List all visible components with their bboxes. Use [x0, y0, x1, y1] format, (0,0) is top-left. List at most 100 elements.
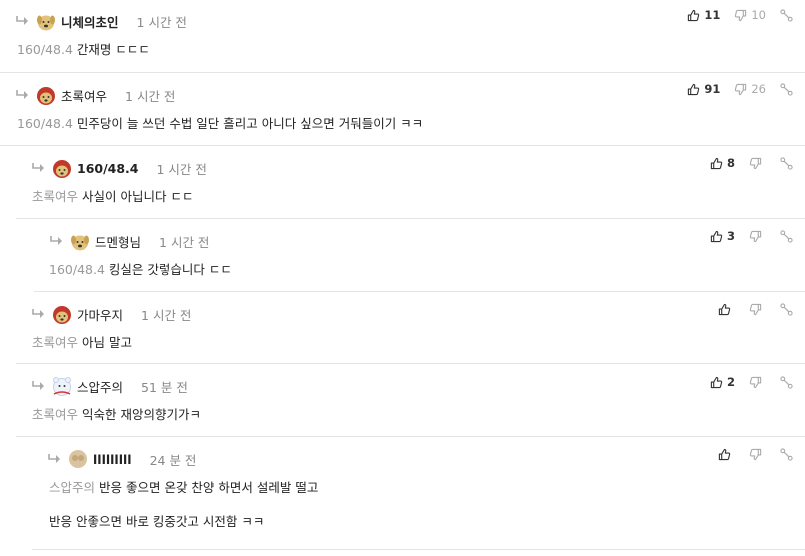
upvote-button[interactable]: 2	[710, 375, 735, 389]
author-nickname[interactable]: 스압주의	[77, 377, 123, 396]
upvote-count: 8	[726, 156, 735, 170]
reply-arrow-icon	[31, 162, 47, 174]
comment-header: 스압주의 51 분 전	[31, 371, 188, 401]
share-button[interactable]	[780, 303, 793, 316]
downvote-count: 10	[751, 8, 766, 22]
thumbs-up-icon	[710, 230, 723, 243]
comment-actions	[710, 448, 793, 461]
thumbs-down-icon	[749, 230, 762, 243]
comment-actions: 8	[702, 156, 793, 170]
comment-body: 스압주의 반응 좋으면 온갖 찬양 하면서 설레발 떨고 반응 안좋으면 바로 킹…	[49, 479, 318, 531]
thumbs-down-icon	[749, 376, 762, 389]
upvote-button[interactable]	[718, 448, 735, 461]
downvote-button[interactable]	[749, 230, 766, 243]
mention-tag[interactable]: 초록여우	[32, 335, 78, 350]
comment-text-second-line: 반응 안좋으면 바로 킹중갓고 시전함 ㅋㅋ	[49, 514, 265, 529]
comment-text: 아님 말고	[82, 335, 132, 350]
comment-header: 가마우지 1 시간 전	[31, 299, 191, 329]
avatar[interactable]	[69, 230, 91, 252]
reply-arrow-icon	[31, 308, 47, 320]
comment-text: 반응 좋으면 온갖 찬양 하면서 설레발 떨고	[99, 480, 319, 495]
thumbs-down-icon	[749, 157, 762, 170]
comment-time: 1 시간 전	[156, 161, 207, 177]
share-icon	[780, 9, 793, 22]
share-button[interactable]	[780, 376, 793, 389]
downvote-button[interactable]	[749, 303, 766, 316]
author-nickname[interactable]: 초록여우	[61, 86, 107, 105]
author-nickname[interactable]: 드멘형님	[95, 232, 141, 251]
share-button[interactable]	[780, 9, 793, 22]
share-button[interactable]	[780, 83, 793, 96]
comment-header: 초록여우 1 시간 전	[15, 80, 175, 110]
comment-body: 160/48.4 킹실은 갓렇습니다 ㄷㄷ	[49, 261, 232, 279]
comment-body: 초록여우 사실이 아닙니다 ㄷㄷ	[32, 188, 193, 206]
comment-actions: 3	[702, 229, 793, 243]
mention-tag[interactable]: 초록여우	[32, 407, 78, 422]
reply-arrow-icon	[15, 15, 31, 27]
comment-item: lllllllll 24 분 전 스압주의 반응 좋으면 온갖 찬양 하면서 설레…	[32, 437, 805, 550]
downvote-button[interactable]: 26	[734, 82, 766, 96]
comment-item: 초록여우 1 시간 전 160/48.4 민주당이 늘 쓰던 수법 일단 흘리고 …	[0, 73, 805, 146]
reply-arrow-icon	[15, 89, 31, 101]
reply-arrow-icon	[47, 453, 63, 465]
upvote-button[interactable]: 11	[687, 8, 720, 22]
mention-tag[interactable]: 160/48.4	[49, 262, 105, 277]
comment-time: 24 분 전	[149, 452, 197, 468]
share-icon	[780, 157, 793, 170]
avatar[interactable]	[35, 84, 57, 106]
mention-tag[interactable]: 160/48.4	[17, 116, 73, 131]
author-nickname[interactable]: 160/48.4	[77, 161, 139, 176]
share-button[interactable]	[780, 448, 793, 461]
mention-tag[interactable]: 스압주의	[49, 480, 95, 495]
thumbs-down-icon	[734, 83, 747, 96]
comment-time: 1 시간 전	[125, 88, 176, 104]
avatar[interactable]	[51, 303, 73, 325]
comment-item: 니체의초인 1 시간 전 160/48.4 간재명 ㄷㄷㄷ 11 10	[0, 0, 805, 73]
comment-body: 160/48.4 간재명 ㄷㄷㄷ	[17, 41, 150, 59]
comment-time: 1 시간 전	[136, 14, 187, 30]
upvote-button[interactable]	[718, 303, 735, 316]
mention-tag[interactable]: 초록여우	[32, 189, 78, 204]
downvote-button[interactable]	[749, 376, 766, 389]
downvote-button[interactable]	[749, 157, 766, 170]
downvote-button[interactable]: 10	[734, 8, 766, 22]
comment-header: 160/48.4 1 시간 전	[31, 153, 207, 183]
avatar[interactable]	[67, 448, 89, 470]
comment-text: 간재명 ㄷㄷㄷ	[76, 42, 150, 57]
comment-time: 1 시간 전	[159, 234, 210, 250]
comment-time: 51 분 전	[141, 379, 188, 395]
avatar[interactable]	[51, 157, 73, 179]
upvote-count: 91	[704, 82, 721, 96]
downvote-button[interactable]	[749, 448, 766, 461]
share-button[interactable]	[780, 230, 793, 243]
upvote-button[interactable]: 91	[687, 82, 720, 96]
comment-item: 가마우지 1 시간 전 초록여우 아님 말고	[16, 292, 805, 364]
comment-text: 익숙한 재앙의향기가ㅋ	[82, 407, 201, 422]
avatar[interactable]	[51, 375, 73, 397]
thumbs-down-icon	[734, 9, 747, 22]
avatar[interactable]	[35, 10, 57, 32]
thumbs-up-icon	[687, 83, 700, 96]
share-button[interactable]	[780, 157, 793, 170]
author-nickname[interactable]: lllllllll	[93, 452, 132, 467]
reply-arrow-icon	[49, 235, 65, 247]
share-icon	[780, 230, 793, 243]
upvote-button[interactable]: 3	[710, 229, 735, 243]
comment-item: 스압주의 51 분 전 초록여우 익숙한 재앙의향기가ㅋ 2	[16, 364, 805, 437]
author-nickname[interactable]: 니체의초인	[61, 12, 119, 31]
comment-body: 초록여우 아님 말고	[32, 334, 132, 352]
comment-actions: 2	[702, 375, 793, 389]
upvote-button[interactable]: 8	[710, 156, 735, 170]
thumbs-down-icon	[749, 303, 762, 316]
thumbs-up-icon	[710, 376, 723, 389]
mention-tag[interactable]: 160/48.4	[17, 42, 73, 57]
author-nickname[interactable]: 가마우지	[77, 305, 123, 324]
thumbs-up-icon	[687, 9, 700, 22]
comment-actions: 11 10	[679, 8, 793, 22]
comment-body: 초록여우 익숙한 재앙의향기가ㅋ	[32, 406, 201, 424]
thumbs-up-icon	[718, 303, 731, 316]
comment-actions	[710, 303, 793, 316]
share-icon	[780, 303, 793, 316]
downvote-count: 26	[751, 82, 766, 96]
upvote-count: 3	[726, 229, 735, 243]
